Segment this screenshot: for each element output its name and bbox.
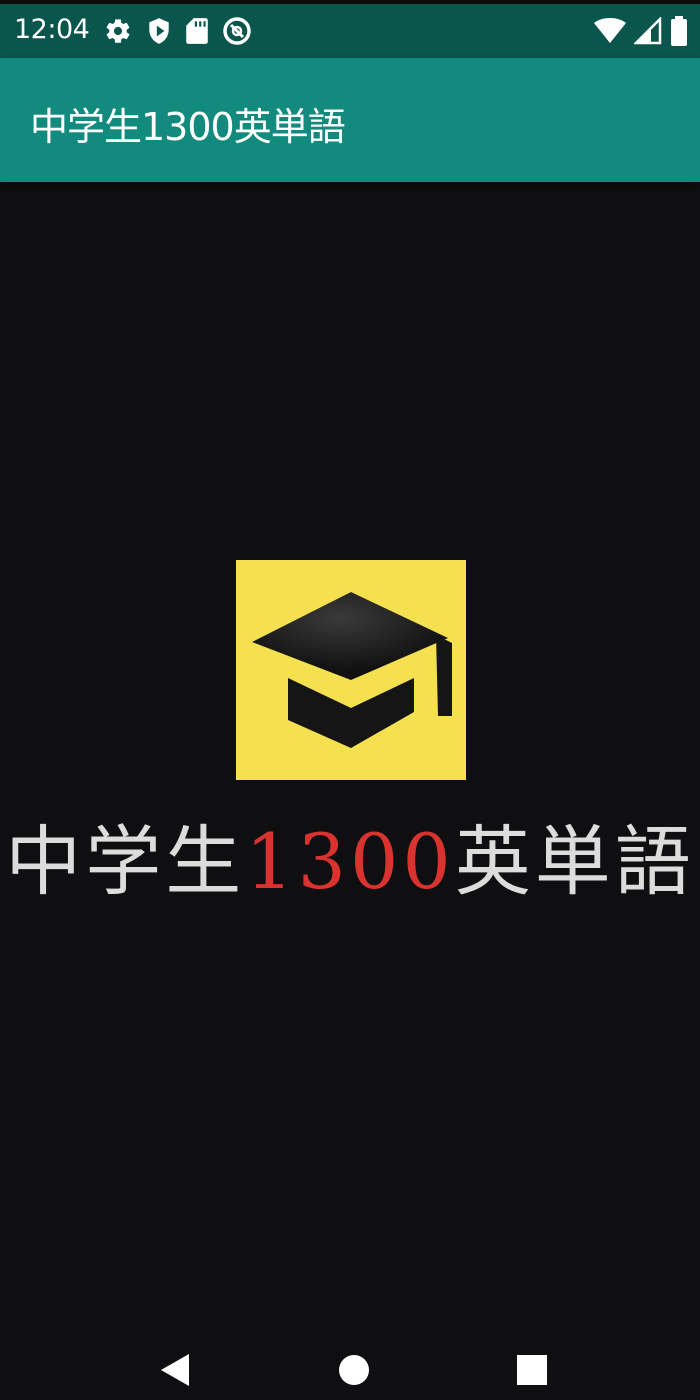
- back-icon: [161, 1354, 189, 1386]
- data-saver-icon: [222, 16, 252, 46]
- graduation-cap-icon: [252, 592, 452, 748]
- splash-title-prefix: 中学生: [5, 817, 246, 906]
- back-button[interactable]: [155, 1350, 195, 1390]
- home-button[interactable]: [334, 1350, 374, 1390]
- wifi-icon: [594, 17, 626, 45]
- settings-icon: [104, 17, 132, 45]
- signal-icon: [634, 17, 662, 45]
- shield-play-icon: [146, 17, 172, 45]
- home-icon: [339, 1355, 369, 1385]
- app-logo: [236, 560, 466, 780]
- splash-title-number: 1300: [245, 817, 455, 906]
- status-notification-icons: [104, 16, 252, 46]
- status-bar: 12:04: [0, 0, 700, 58]
- battery-icon: [670, 16, 688, 46]
- status-time: 12:04: [14, 14, 90, 45]
- recents-button[interactable]: [512, 1350, 552, 1390]
- navigation-bar: [0, 1330, 700, 1400]
- app-bar: 中学生1300英単語: [0, 58, 700, 182]
- splash-title-suffix: 英単語: [454, 817, 695, 906]
- splash-title: 中学生1300英単語: [0, 800, 700, 910]
- status-system-icons: [594, 16, 688, 46]
- recents-icon: [517, 1355, 547, 1385]
- splash-screen: 12:04 中学生1300英単語 中学生1300英単語: [0, 0, 700, 1400]
- app-title: 中学生1300英単語: [30, 105, 346, 149]
- sd-card-icon: [186, 17, 208, 45]
